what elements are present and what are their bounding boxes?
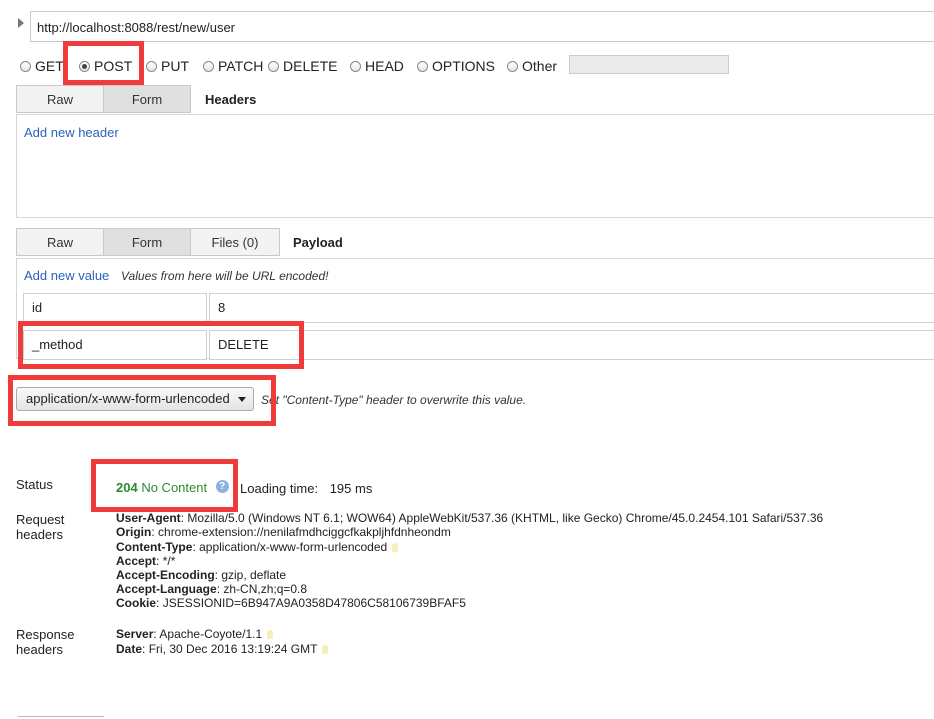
payload-tab-raw[interactable]: Raw: [16, 228, 104, 256]
response-header-line: Server: Apache-Coyote/1.1: [116, 627, 274, 641]
hint-bulb-icon[interactable]: [267, 630, 274, 640]
radio-icon[interactable]: [417, 60, 428, 72]
url-encoded-note: Values from here will be URL encoded!: [121, 269, 329, 283]
method-put[interactable]: PUT: [146, 56, 189, 76]
loading-time: Loading time: 195 ms: [240, 481, 373, 496]
response-headers-label: Response headers: [16, 627, 75, 657]
radio-icon[interactable]: [507, 60, 518, 72]
radio-icon[interactable]: [268, 60, 279, 72]
payload-value-field[interactable]: 8: [209, 293, 934, 323]
highlight-box-status: [91, 459, 238, 512]
headers-title: Headers: [205, 92, 257, 107]
request-header-line: Accept-Encoding: gzip, deflate: [116, 568, 287, 582]
method-head[interactable]: HEAD: [350, 56, 404, 76]
request-headers-label: Request headers: [16, 512, 65, 542]
hint-bulb-icon[interactable]: [392, 543, 399, 553]
content-type-hint: Set "Content-Type" header to overwrite t…: [261, 393, 527, 407]
method-delete[interactable]: DELETE: [268, 56, 337, 76]
payload-value-field[interactable]: DELETE: [209, 330, 934, 360]
method-options[interactable]: OPTIONS: [417, 56, 495, 76]
payload-tab-files[interactable]: Files (0): [191, 228, 280, 256]
hint-bulb-icon[interactable]: [322, 645, 329, 655]
request-header-line: Accept: */*: [116, 554, 176, 568]
payload-tabbar: Raw Form Files (0): [16, 228, 280, 256]
headers-form-panel: Add new header: [16, 114, 934, 218]
payload-key-field[interactable]: id: [23, 293, 207, 323]
radio-icon[interactable]: [350, 60, 361, 72]
request-header-line: Content-Type: application/x-www-form-url…: [116, 540, 399, 554]
expand-arrow-icon[interactable]: [18, 18, 24, 28]
method-get[interactable]: GET: [20, 56, 64, 76]
payload-tab-form[interactable]: Form: [104, 228, 191, 256]
headers-tabbar: Raw Form: [16, 85, 191, 113]
radio-icon[interactable]: [203, 60, 214, 72]
radio-icon[interactable]: [146, 60, 157, 72]
add-new-header-link[interactable]: Add new header: [24, 125, 119, 140]
request-header-line: Cookie: JSESSIONID=6B947A9A0358D47806C58…: [116, 596, 466, 610]
highlight-box-method-override: [18, 321, 304, 369]
payload-title: Payload: [293, 235, 343, 250]
request-header-line: Accept-Language: zh-CN,zh;q=0.8: [116, 582, 308, 596]
headers-tab-form[interactable]: Form: [104, 85, 191, 113]
radio-icon[interactable]: [20, 60, 31, 72]
method-patch[interactable]: PATCH: [203, 56, 263, 76]
url-input[interactable]: http://localhost:8088/rest/new/user: [30, 11, 934, 42]
response-header-line: Date: Fri, 30 Dec 2016 13:19:24 GMT: [116, 642, 329, 656]
divider: [18, 716, 104, 717]
headers-tab-raw[interactable]: Raw: [16, 85, 104, 113]
request-header-line: Origin: chrome-extension://nenilafmdhcig…: [116, 525, 451, 539]
highlight-box-content-type: [8, 375, 276, 426]
status-label: Status: [16, 477, 53, 492]
add-new-value-link[interactable]: Add new value: [24, 268, 109, 283]
method-other[interactable]: Other: [507, 56, 557, 76]
highlight-box-post: [63, 41, 144, 85]
request-header-line: User-Agent: Mozilla/5.0 (Windows NT 6.1;…: [116, 511, 824, 525]
other-method-input[interactable]: [569, 55, 729, 74]
